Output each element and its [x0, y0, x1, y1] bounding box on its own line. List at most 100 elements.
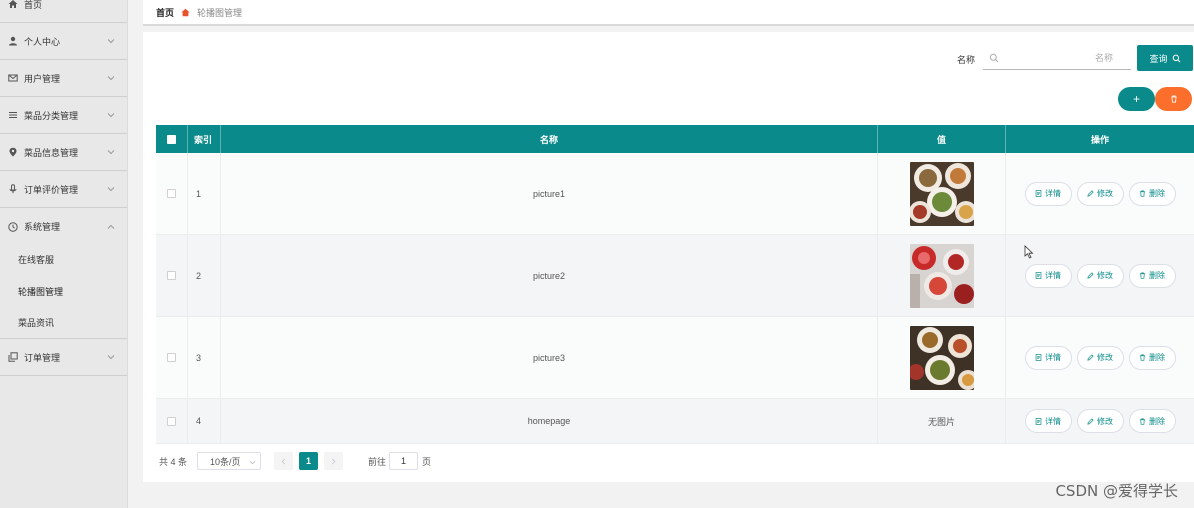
- sidebar-item-dish-info[interactable]: 菜品信息管理: [0, 134, 127, 171]
- row-name: picture1: [221, 153, 878, 234]
- row-checkbox[interactable]: [167, 416, 176, 426]
- mouse-cursor-icon: [1024, 245, 1034, 259]
- search-icon: [1172, 54, 1181, 63]
- trash-icon: [1170, 95, 1178, 103]
- row-index: 4: [188, 399, 221, 443]
- goto-label: 前往: [368, 456, 387, 467]
- detail-button[interactable]: 详情: [1024, 181, 1072, 206]
- home-icon: [8, 0, 18, 9]
- next-page-button[interactable]: [324, 452, 344, 470]
- main-panel: 名称 查询 + 索引: [143, 32, 1194, 482]
- table-row: 2 picture2 详情 修改 删除: [156, 235, 1194, 317]
- chevron-left-icon: [280, 458, 287, 465]
- row-index: 2: [188, 235, 221, 316]
- chevron-down-icon: [107, 37, 115, 45]
- edit-button[interactable]: 修改: [1076, 345, 1124, 370]
- row-value: [878, 317, 1006, 398]
- food-thumbnail-image: [909, 161, 974, 226]
- document-icon: [1035, 354, 1042, 361]
- delete-label: 删除: [1149, 353, 1165, 362]
- sidebar-subitem-carousel[interactable]: 轮播图管理: [0, 275, 127, 307]
- delete-label: 删除: [1149, 416, 1165, 426]
- edit-label: 修改: [1097, 271, 1113, 280]
- edit-label: 修改: [1097, 353, 1113, 362]
- edit-icon: [1087, 272, 1094, 279]
- home-icon: [181, 8, 190, 17]
- watermark: CSDN @爱得学长: [1055, 482, 1178, 500]
- row-checkbox-cell: [156, 235, 188, 316]
- row-index: 3: [188, 317, 221, 398]
- trash-icon: [1139, 190, 1146, 197]
- delete-button[interactable]: 删除: [1128, 181, 1176, 206]
- copy-icon: [8, 352, 18, 362]
- page-size-select[interactable]: 10条/页: [197, 452, 262, 470]
- row-checkbox[interactable]: [167, 353, 176, 362]
- document-icon: [1035, 417, 1042, 425]
- detail-button[interactable]: 详情: [1024, 263, 1072, 288]
- add-button[interactable]: +: [1118, 87, 1155, 111]
- sidebar-item-system[interactable]: 系统管理: [0, 208, 127, 245]
- row-name: picture2: [221, 235, 878, 316]
- table-row: 4 homepage 无图片 详情 修改 删除: [156, 399, 1194, 444]
- header-checkbox-cell: [156, 125, 188, 153]
- sidebar-subitem-online-service[interactable]: 在线客服: [0, 243, 127, 275]
- delete-button[interactable]: 删除: [1128, 263, 1176, 288]
- search-field: [983, 46, 1131, 70]
- table-row: 3 picture3 详情 修改 删除: [156, 317, 1194, 399]
- query-button[interactable]: 查询: [1137, 45, 1193, 71]
- detail-button[interactable]: 详情: [1024, 409, 1072, 433]
- carousel-table: 索引 名称 值 操作 1 picture1 详情 修改 删除 2 picture…: [156, 125, 1194, 444]
- sidebar-item-label: 系统管理: [24, 222, 61, 232]
- sidebar-item-personal-center[interactable]: 个人中心: [0, 23, 127, 60]
- chevron-down-icon: [107, 148, 115, 156]
- page-number-current[interactable]: 1: [299, 452, 319, 470]
- edit-button[interactable]: 修改: [1076, 263, 1124, 288]
- delete-button[interactable]: 删除: [1128, 345, 1176, 370]
- sidebar-item-label: 菜品信息管理: [24, 147, 79, 158]
- page-size-value: 10条/页: [210, 456, 241, 467]
- select-all-checkbox[interactable]: [167, 134, 176, 144]
- sidebar-item-home[interactable]: 首页: [0, 0, 127, 23]
- sidebar-item-order-management[interactable]: 订单管理: [0, 339, 127, 376]
- table-header: 索引 名称 值 操作: [156, 125, 1194, 153]
- edit-button[interactable]: 修改: [1076, 409, 1124, 433]
- breadcrumb-home[interactable]: 首页: [156, 6, 174, 19]
- app-root: 首页 个人中心 用户管理 菜品分类管理 菜品信息管理 订单评价管理 系统管理 在…: [0, 0, 1194, 508]
- mic-icon: [8, 184, 18, 194]
- detail-button[interactable]: 详情: [1024, 345, 1072, 370]
- detail-label: 详情: [1045, 353, 1061, 362]
- sidebar-item-dish-category[interactable]: 菜品分类管理: [0, 97, 127, 134]
- trash-icon: [1139, 354, 1146, 361]
- delete-button[interactable]: 删除: [1128, 409, 1176, 433]
- sidebar-subitem-dish-news[interactable]: 菜品资讯: [0, 307, 127, 339]
- row-checkbox[interactable]: [167, 271, 176, 280]
- pin-icon: [8, 147, 18, 157]
- chevron-right-icon: [330, 458, 337, 465]
- row-value: 无图片: [878, 399, 1006, 443]
- food-thumbnail-image: [909, 325, 974, 390]
- pagination: 共 4 条 10条/页 1 前往 1 页: [159, 452, 431, 470]
- chevron-down-icon: [249, 458, 256, 465]
- sidebar-item-user-management[interactable]: 用户管理: [0, 60, 127, 97]
- header-ops: 操作: [1090, 134, 1109, 145]
- row-checkbox[interactable]: [167, 189, 176, 198]
- row-checkbox-cell: [156, 317, 188, 398]
- delete-label: 删除: [1149, 189, 1165, 198]
- chevron-down-icon: [107, 353, 115, 361]
- goto-page-input[interactable]: 1: [389, 452, 419, 470]
- document-icon: [1035, 272, 1042, 279]
- sidebar-subitem-label: 菜品资讯: [18, 318, 55, 328]
- add-button-label: +: [1132, 92, 1140, 106]
- sidebar-item-label: 菜品分类管理: [24, 110, 79, 121]
- list-icon: [8, 110, 18, 120]
- sidebar-item-order-review[interactable]: 订单评价管理: [0, 171, 127, 208]
- page-suffix-label: 页: [422, 456, 432, 467]
- search-input[interactable]: [1003, 50, 1127, 66]
- prev-page-button[interactable]: [274, 452, 294, 470]
- edit-button[interactable]: 修改: [1076, 181, 1124, 206]
- header-value: 值: [878, 125, 1006, 153]
- trash-icon: [1139, 272, 1146, 279]
- delete-label: 删除: [1149, 271, 1165, 280]
- batch-delete-button[interactable]: [1155, 87, 1192, 111]
- header-index: 索引: [188, 125, 221, 153]
